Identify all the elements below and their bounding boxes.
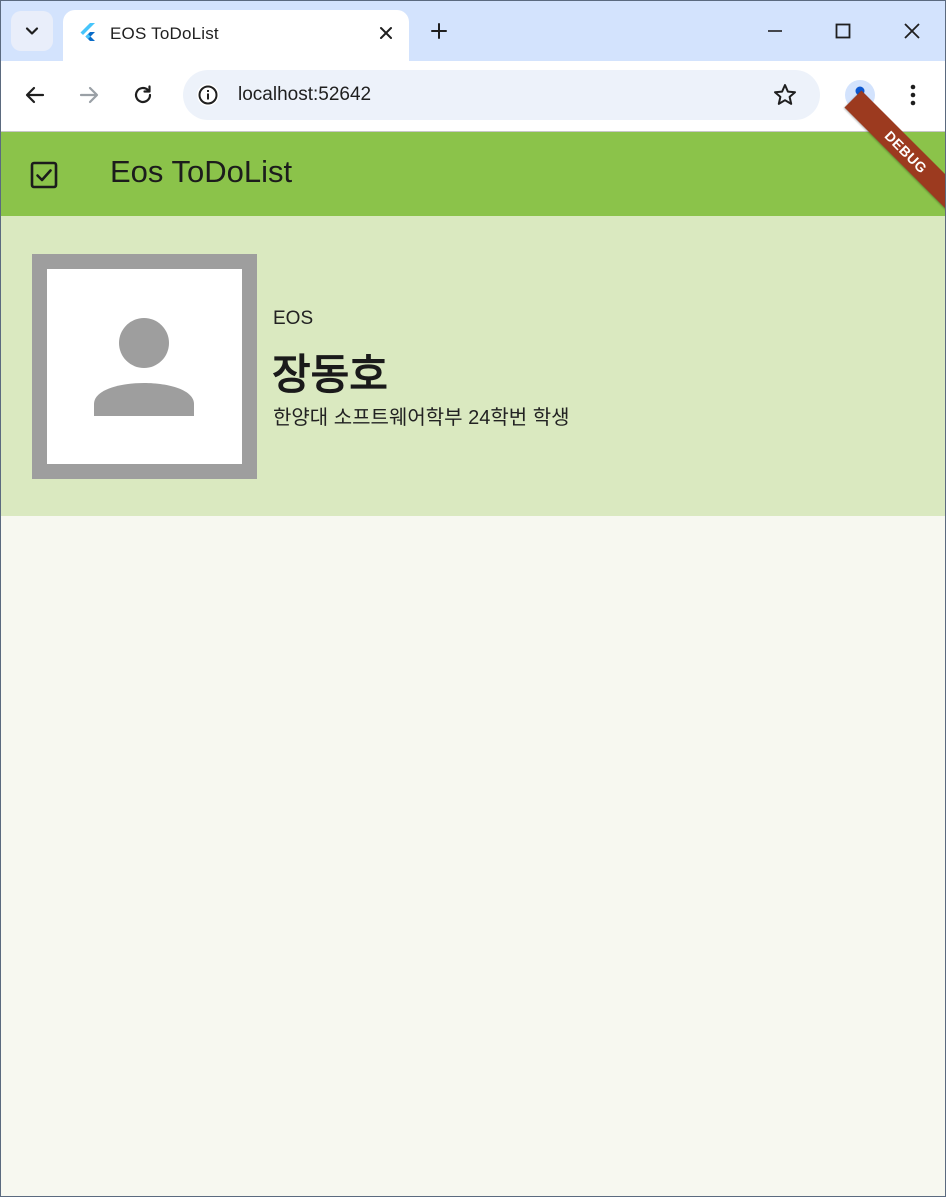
window-close-button[interactable] — [898, 17, 926, 45]
reload-icon — [134, 85, 152, 104]
browser-toolbar: localhost:52642 — [1, 61, 945, 132]
back-button[interactable] — [21, 81, 49, 109]
close-icon — [380, 27, 392, 39]
more-vert-icon — [910, 84, 916, 106]
avatar-placeholder — [47, 269, 242, 464]
tab-search-button[interactable] — [11, 11, 53, 51]
app-title: Eos ToDoList — [110, 154, 293, 189]
person-icon — [94, 318, 194, 416]
profile-name: 장동호 — [272, 351, 388, 398]
forward-button[interactable] — [75, 81, 103, 109]
avatar — [32, 254, 257, 479]
reload-button[interactable] — [129, 81, 157, 109]
plus-icon — [431, 23, 447, 39]
profile-card: EOS 장동호 한양대 소프트웨어학부 24학번 학생 — [1, 216, 945, 516]
content-area — [1, 516, 945, 1196]
tab-close-button[interactable] — [375, 22, 397, 44]
minimize-icon — [768, 30, 782, 32]
arrow-forward-icon — [79, 86, 99, 104]
star-icon[interactable] — [772, 82, 798, 108]
chevron-down-icon — [25, 27, 39, 35]
browser-window: EOS ToDoList localhost:52642 Eos ToDoLis… — [0, 0, 946, 1197]
flutter-icon — [80, 23, 95, 41]
url-text[interactable]: localhost:52642 — [238, 84, 371, 106]
address-bar[interactable]: localhost:52642 — [183, 70, 820, 120]
arrow-back-icon — [25, 86, 45, 104]
new-tab-button[interactable] — [426, 18, 452, 44]
browser-menu-button[interactable] — [901, 81, 925, 109]
minimize-button[interactable] — [761, 17, 789, 45]
profile-org: EOS — [273, 308, 314, 329]
browser-tab[interactable]: EOS ToDoList — [63, 10, 409, 61]
tab-title: EOS ToDoList — [110, 24, 219, 43]
app-bar: Eos ToDoList DEBUG — [1, 90, 945, 216]
info-icon[interactable] — [196, 83, 220, 107]
maximize-icon — [835, 23, 851, 39]
check-box-icon[interactable] — [29, 160, 59, 190]
profile-description: 한양대 소프트웨어학부 24학번 학생 — [273, 407, 570, 429]
maximize-button[interactable] — [829, 17, 857, 45]
tab-strip: EOS ToDoList — [1, 1, 945, 61]
close-icon — [904, 23, 920, 39]
